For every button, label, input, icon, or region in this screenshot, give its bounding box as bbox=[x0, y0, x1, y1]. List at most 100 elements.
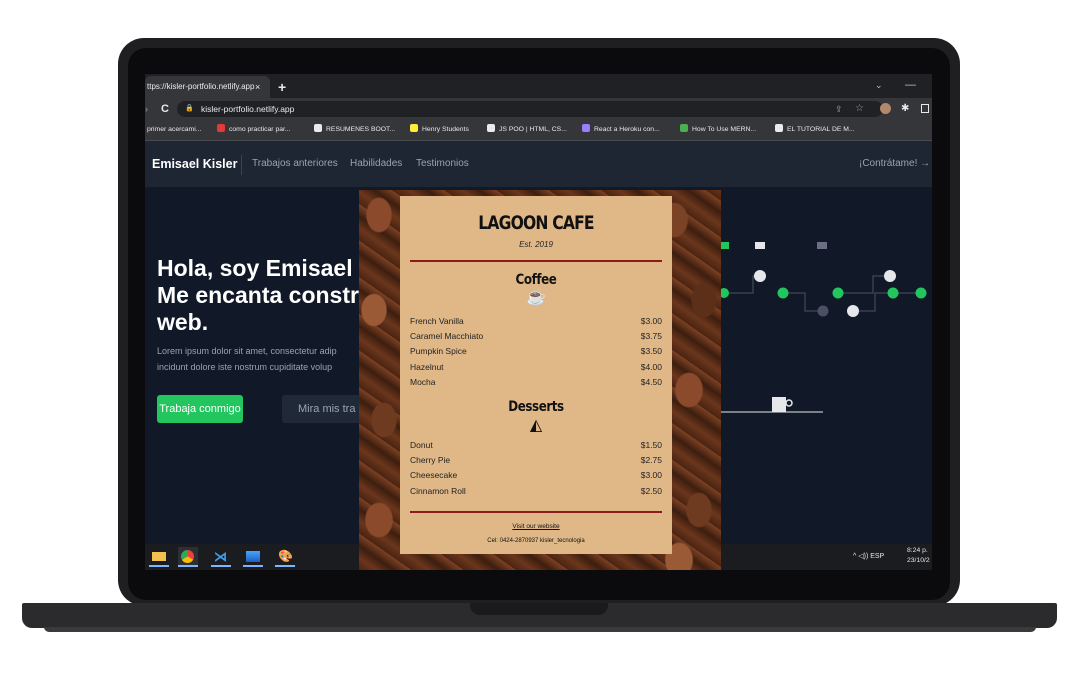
menu-item-price: $4.50 bbox=[640, 376, 662, 387]
menu-item-name: French Vanilla bbox=[410, 316, 464, 326]
bookmark-favicon-icon bbox=[487, 124, 495, 133]
menu-item-price: $3.00 bbox=[640, 316, 662, 326]
chrome-icon[interactable] bbox=[178, 547, 198, 567]
bookmark-favicon-icon bbox=[775, 124, 783, 133]
coffee-beans-backdrop: LAGOON CAFE Est. 2019 Coffee ☕ French Va… bbox=[359, 190, 721, 570]
new-tab-button[interactable]: + bbox=[278, 76, 286, 98]
clock-time: 8:24 p. bbox=[907, 547, 928, 554]
circuit-line bbox=[837, 275, 890, 294]
clock[interactable]: 8:24 p. 23/10/2 bbox=[907, 546, 930, 566]
circuit-node bbox=[817, 305, 829, 317]
menu-divider-top bbox=[410, 260, 662, 262]
bookmark-label: RESUMENES BOOT... bbox=[326, 126, 396, 133]
bookmark-item[interactable]: Henry Students bbox=[410, 120, 469, 140]
mug-icon bbox=[772, 397, 786, 412]
menu-item-row: Hazelnut $4.00 bbox=[410, 360, 662, 375]
nav-link-testimonios[interactable]: Testimonios bbox=[416, 141, 469, 187]
vscode-icon[interactable]: ⋊ bbox=[211, 547, 231, 567]
address-bar-row: › C 🔒 kisler-portfolio.netlify.app ⇪ ☆ ✱ bbox=[145, 98, 932, 120]
cafe-menu-card: LAGOON CAFE Est. 2019 Coffee ☕ French Va… bbox=[400, 196, 672, 554]
bookmark-label: primer acercami... bbox=[147, 126, 202, 133]
menu-item-name: Pumpkin Spice bbox=[410, 346, 467, 357]
menu-item-row: Cinnamon Roll $2.50 bbox=[410, 484, 662, 499]
hero-description: Lorem ipsum dolor sit amet, consectetur … bbox=[157, 343, 337, 375]
file-explorer-icon[interactable] bbox=[149, 547, 169, 567]
lock-icon[interactable]: 🔒 bbox=[185, 101, 194, 117]
nav-link-trabajos[interactable]: Trabajos anteriores bbox=[252, 141, 338, 187]
menu-item-name: Caramel Macchiato bbox=[410, 331, 484, 342]
circuit-node bbox=[832, 287, 844, 299]
visit-website-link[interactable]: Visit our website bbox=[400, 523, 672, 530]
hero-desc-line-1: Lorem ipsum dolor sit amet, consectetur … bbox=[157, 346, 337, 356]
url-text[interactable]: kisler-portfolio.netlify.app bbox=[201, 101, 294, 117]
menu-item-price: $3.00 bbox=[640, 470, 662, 481]
bookmark-favicon-icon bbox=[680, 124, 688, 133]
menu-item-price: $2.50 bbox=[640, 485, 662, 496]
menu-item-row: Pumpkin Spice $3.50 bbox=[410, 344, 662, 359]
bookmark-item[interactable]: primer acercami... bbox=[147, 120, 201, 140]
side-panel-icon[interactable] bbox=[921, 104, 929, 113]
circuit-line bbox=[853, 292, 921, 312]
site-brand[interactable]: Emisael Kisler bbox=[152, 141, 237, 187]
clock-date: 23/10/2 bbox=[907, 557, 930, 564]
tab-search-icon[interactable]: ⌄ bbox=[875, 76, 883, 94]
menu-divider-bottom bbox=[410, 511, 662, 513]
hero-line-1: Hola, soy Emisael bbox=[157, 255, 353, 281]
menu-item-price: $3.75 bbox=[640, 331, 662, 342]
menu-title: LAGOON CAFE bbox=[478, 212, 594, 234]
decorative-circuit-graphic bbox=[719, 242, 927, 413]
system-tray[interactable]: ^ ◁)) ESP bbox=[853, 544, 884, 570]
bookmark-label: Henry Students bbox=[422, 126, 469, 133]
bookmark-item[interactable]: React a Heroku con... bbox=[582, 120, 660, 140]
menu-item-price: $1.50 bbox=[640, 440, 662, 450]
minimize-icon[interactable]: — bbox=[905, 76, 916, 94]
bookmark-favicon-icon bbox=[217, 124, 225, 133]
menu-contact: Cel: 0424-2870937 kisler_tecnologia bbox=[487, 538, 585, 544]
paint-icon[interactable]: 🎨 bbox=[275, 547, 295, 567]
coffee-cup-icon: ☕ bbox=[526, 289, 546, 306]
photos-icon[interactable] bbox=[243, 547, 263, 567]
circuit-node bbox=[887, 287, 899, 299]
close-tab-icon[interactable]: × bbox=[255, 76, 260, 98]
pie-slice-icon: ◭ bbox=[529, 417, 543, 434]
menu-item-price: $3.50 bbox=[640, 346, 662, 357]
menu-item-name: Hazelnut bbox=[410, 361, 444, 372]
omnibox[interactable]: 🔒 kisler-portfolio.netlify.app bbox=[177, 101, 883, 117]
circuit-node bbox=[915, 287, 927, 299]
browser-tab[interactable]: ttps://kisler-portfolio.netlify.app bbox=[145, 76, 270, 98]
extensions-icon[interactable]: ✱ bbox=[901, 98, 909, 120]
bookmark-label: EL TUTORIAL DE M... bbox=[787, 126, 855, 133]
profile-avatar-icon[interactable] bbox=[880, 103, 891, 114]
bookmark-item[interactable]: como practicar par... bbox=[217, 120, 291, 140]
reload-icon[interactable]: C bbox=[161, 98, 169, 120]
laptop-base-shadow bbox=[44, 627, 1036, 632]
hero-line-3: web. bbox=[157, 309, 209, 335]
nav-link-habilidades[interactable]: Habilidades bbox=[350, 141, 402, 187]
bookmark-item[interactable]: How To Use MERN... bbox=[680, 120, 756, 140]
brand-divider bbox=[241, 155, 242, 175]
work-with-me-button[interactable]: Trabaja conmigo bbox=[157, 395, 243, 423]
share-icon[interactable]: ⇪ bbox=[835, 98, 843, 120]
circuit-square bbox=[817, 242, 827, 249]
menu-item-price: $4.00 bbox=[640, 361, 662, 372]
hero-desc-line-2: incidunt dolore iste nostrum cupiditate … bbox=[157, 362, 333, 372]
bookmark-item[interactable]: RESUMENES BOOT... bbox=[314, 120, 395, 140]
hire-me-link[interactable]: ¡Contrátame! → bbox=[859, 141, 930, 187]
forward-icon[interactable]: › bbox=[145, 98, 148, 120]
screen: ttps://kisler-portfolio.netlify.app × + … bbox=[145, 74, 932, 570]
desserts-section-title: Desserts bbox=[508, 399, 564, 415]
bookmark-label: How To Use MERN... bbox=[692, 126, 757, 133]
circuit-square bbox=[721, 242, 729, 249]
menu-item-row: Cheesecake $3.00 bbox=[410, 468, 662, 483]
bookmark-item[interactable]: EL TUTORIAL DE M... bbox=[775, 120, 855, 140]
mug-handle bbox=[785, 399, 793, 407]
bookmark-star-icon[interactable]: ☆ bbox=[855, 98, 864, 120]
menu-item-name: Cinnamon Roll bbox=[410, 485, 466, 496]
bookmark-item[interactable]: JS POO | HTML, CS... bbox=[487, 120, 567, 140]
menu-item-price: $2.75 bbox=[640, 455, 662, 466]
circuit-node bbox=[884, 270, 896, 282]
bookmarks-bar: primer acercami... como practicar par... R… bbox=[145, 120, 932, 141]
bookmark-label: JS POO | HTML, CS... bbox=[499, 126, 567, 133]
browser-tab-bar: ttps://kisler-portfolio.netlify.app × + … bbox=[145, 74, 932, 98]
circuit-node bbox=[754, 270, 766, 282]
